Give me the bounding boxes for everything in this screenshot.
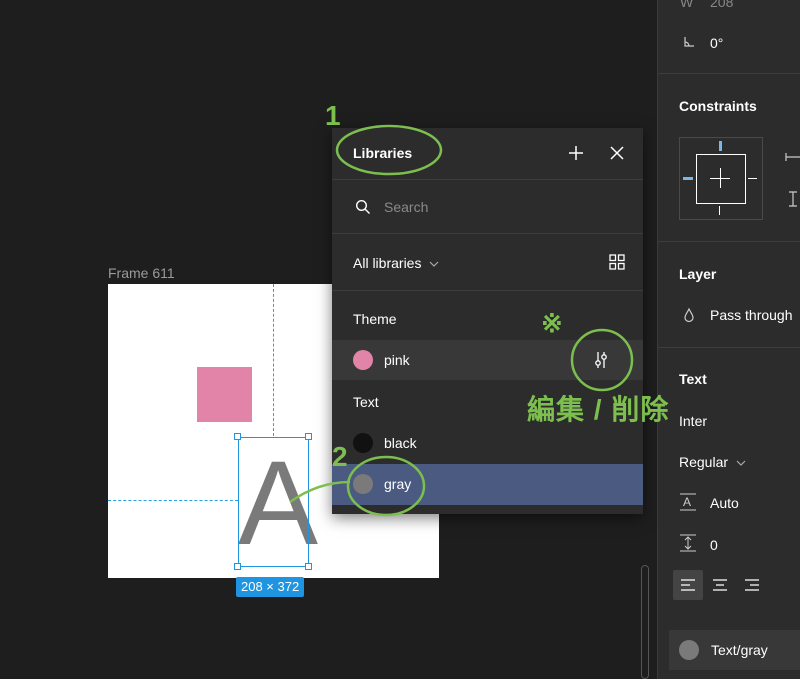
highlight-ellipse-libraries bbox=[335, 124, 443, 176]
edit-delete-label: 編集 / 削除 bbox=[527, 394, 670, 425]
step-2-label: 2 bbox=[332, 441, 348, 472]
highlight-circle-adjust bbox=[570, 328, 634, 392]
note-mark: ※ bbox=[541, 308, 563, 338]
highlight-ellipse-gray bbox=[346, 455, 426, 517]
annotation-overlay bbox=[289, 124, 634, 517]
connector-line bbox=[289, 480, 351, 504]
step-1-label: 1 bbox=[325, 100, 341, 131]
